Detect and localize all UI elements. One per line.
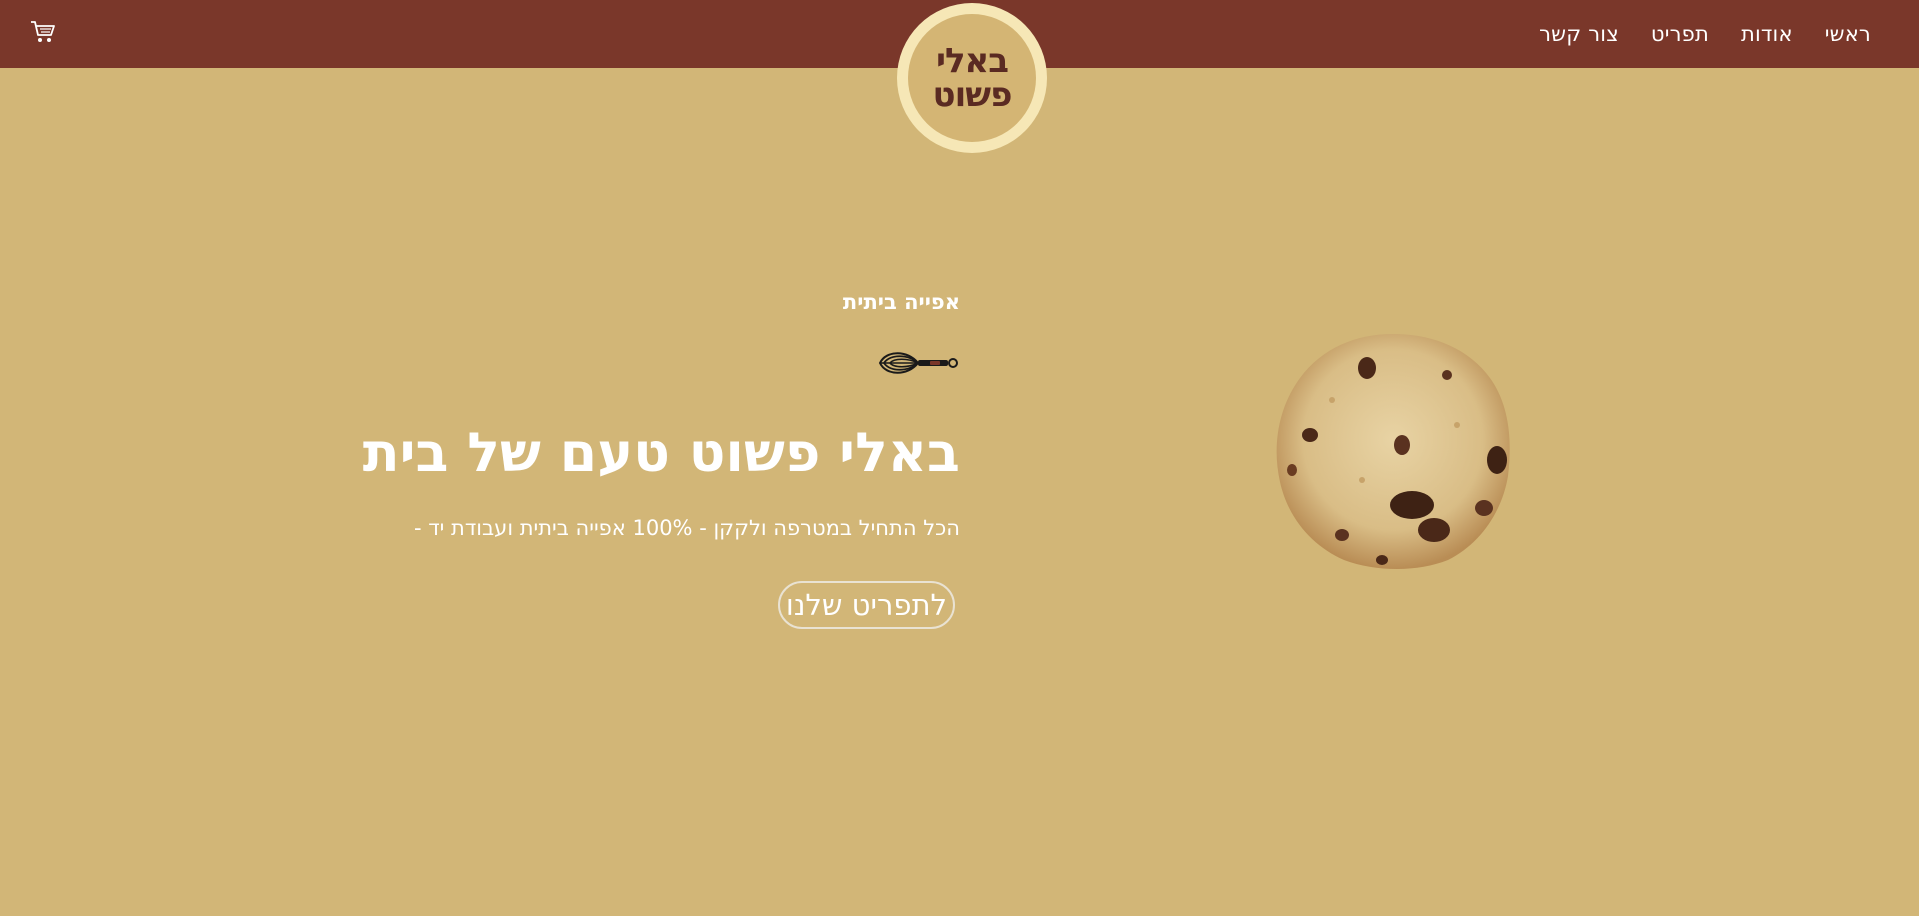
nav-menu[interactable]: תפריט bbox=[1651, 22, 1709, 46]
hero-subline: הכל התחיל במטרפה ולקקן - 100% אפייה ביתי… bbox=[413, 516, 960, 540]
menu-cta-button[interactable]: לתפריט שלנו bbox=[777, 581, 955, 629]
main-navigation: צור קשר תפריט אודות ראשי bbox=[1539, 0, 1871, 68]
nav-home[interactable]: ראשי bbox=[1825, 22, 1871, 46]
whisk-icon bbox=[878, 348, 960, 378]
hero-headline: באלי פשוט טעם של בית bbox=[362, 421, 960, 484]
nav-about[interactable]: אודות bbox=[1741, 22, 1793, 46]
nav-contact[interactable]: צור קשר bbox=[1539, 22, 1619, 46]
hero-section: אפייה ביתית באלי פשוט טעם של בית הכל התח… bbox=[363, 0, 960, 916]
logo-sparkle-icon bbox=[1000, 56, 1004, 60]
cookie-image bbox=[1272, 330, 1514, 572]
hero-kicker: אפייה ביתית bbox=[842, 290, 960, 314]
shopping-cart-icon[interactable] bbox=[30, 20, 56, 44]
